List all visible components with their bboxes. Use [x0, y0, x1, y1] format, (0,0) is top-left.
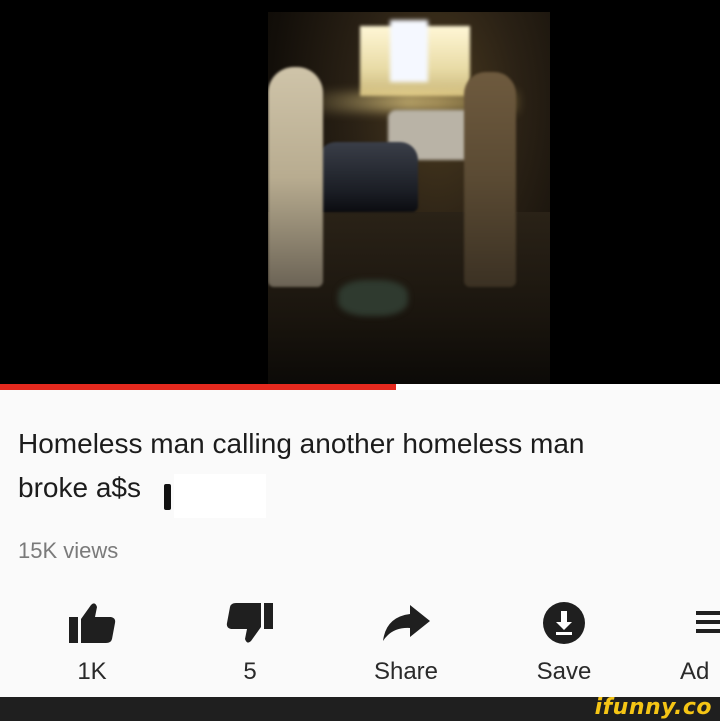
- thumbs-down-icon: [190, 598, 310, 648]
- watermark-bar: ifunny.co: [0, 695, 720, 721]
- share-icon: [346, 598, 466, 648]
- video-player[interactable]: [0, 0, 720, 384]
- person-right: [464, 72, 516, 287]
- view-count: 15K views: [18, 538, 119, 563]
- dislike-count: 5: [243, 658, 257, 685]
- add-to-label: Ad: [680, 658, 710, 685]
- add-to-button[interactable]: Ad: [640, 594, 720, 694]
- video-title-line-1: Homeless man calling another homeless ma…: [18, 428, 585, 459]
- ground-debris: [338, 280, 408, 316]
- sign-light: [390, 20, 428, 82]
- video-progress-bar[interactable]: [0, 384, 720, 390]
- video-title[interactable]: Homeless man calling another homeless ma…: [18, 422, 720, 510]
- screenshot: Homeless man calling another homeless ma…: [0, 0, 720, 721]
- video-frame: [268, 12, 550, 384]
- thumbs-up-icon: [32, 598, 152, 648]
- save-icon: [504, 598, 624, 648]
- save-button[interactable]: Save: [504, 594, 624, 694]
- redaction-mark: [164, 484, 171, 510]
- action-row: 1K 5 Share Save Ad: [0, 594, 720, 694]
- redaction-blur: [174, 474, 266, 518]
- dislike-button[interactable]: 5: [190, 594, 310, 694]
- ifunny-watermark: ifunny.co: [594, 695, 712, 720]
- save-label: Save: [536, 658, 592, 685]
- parked-car: [318, 142, 418, 212]
- add-to-playlist-icon: [696, 598, 720, 648]
- share-button[interactable]: Share: [346, 594, 466, 694]
- like-count: 1K: [77, 658, 107, 685]
- like-button[interactable]: 1K: [32, 594, 152, 694]
- video-title-line-2: broke a$s: [18, 472, 141, 503]
- share-label: Share: [373, 658, 439, 685]
- video-progress-fill: [0, 384, 396, 390]
- person-left: [268, 67, 323, 287]
